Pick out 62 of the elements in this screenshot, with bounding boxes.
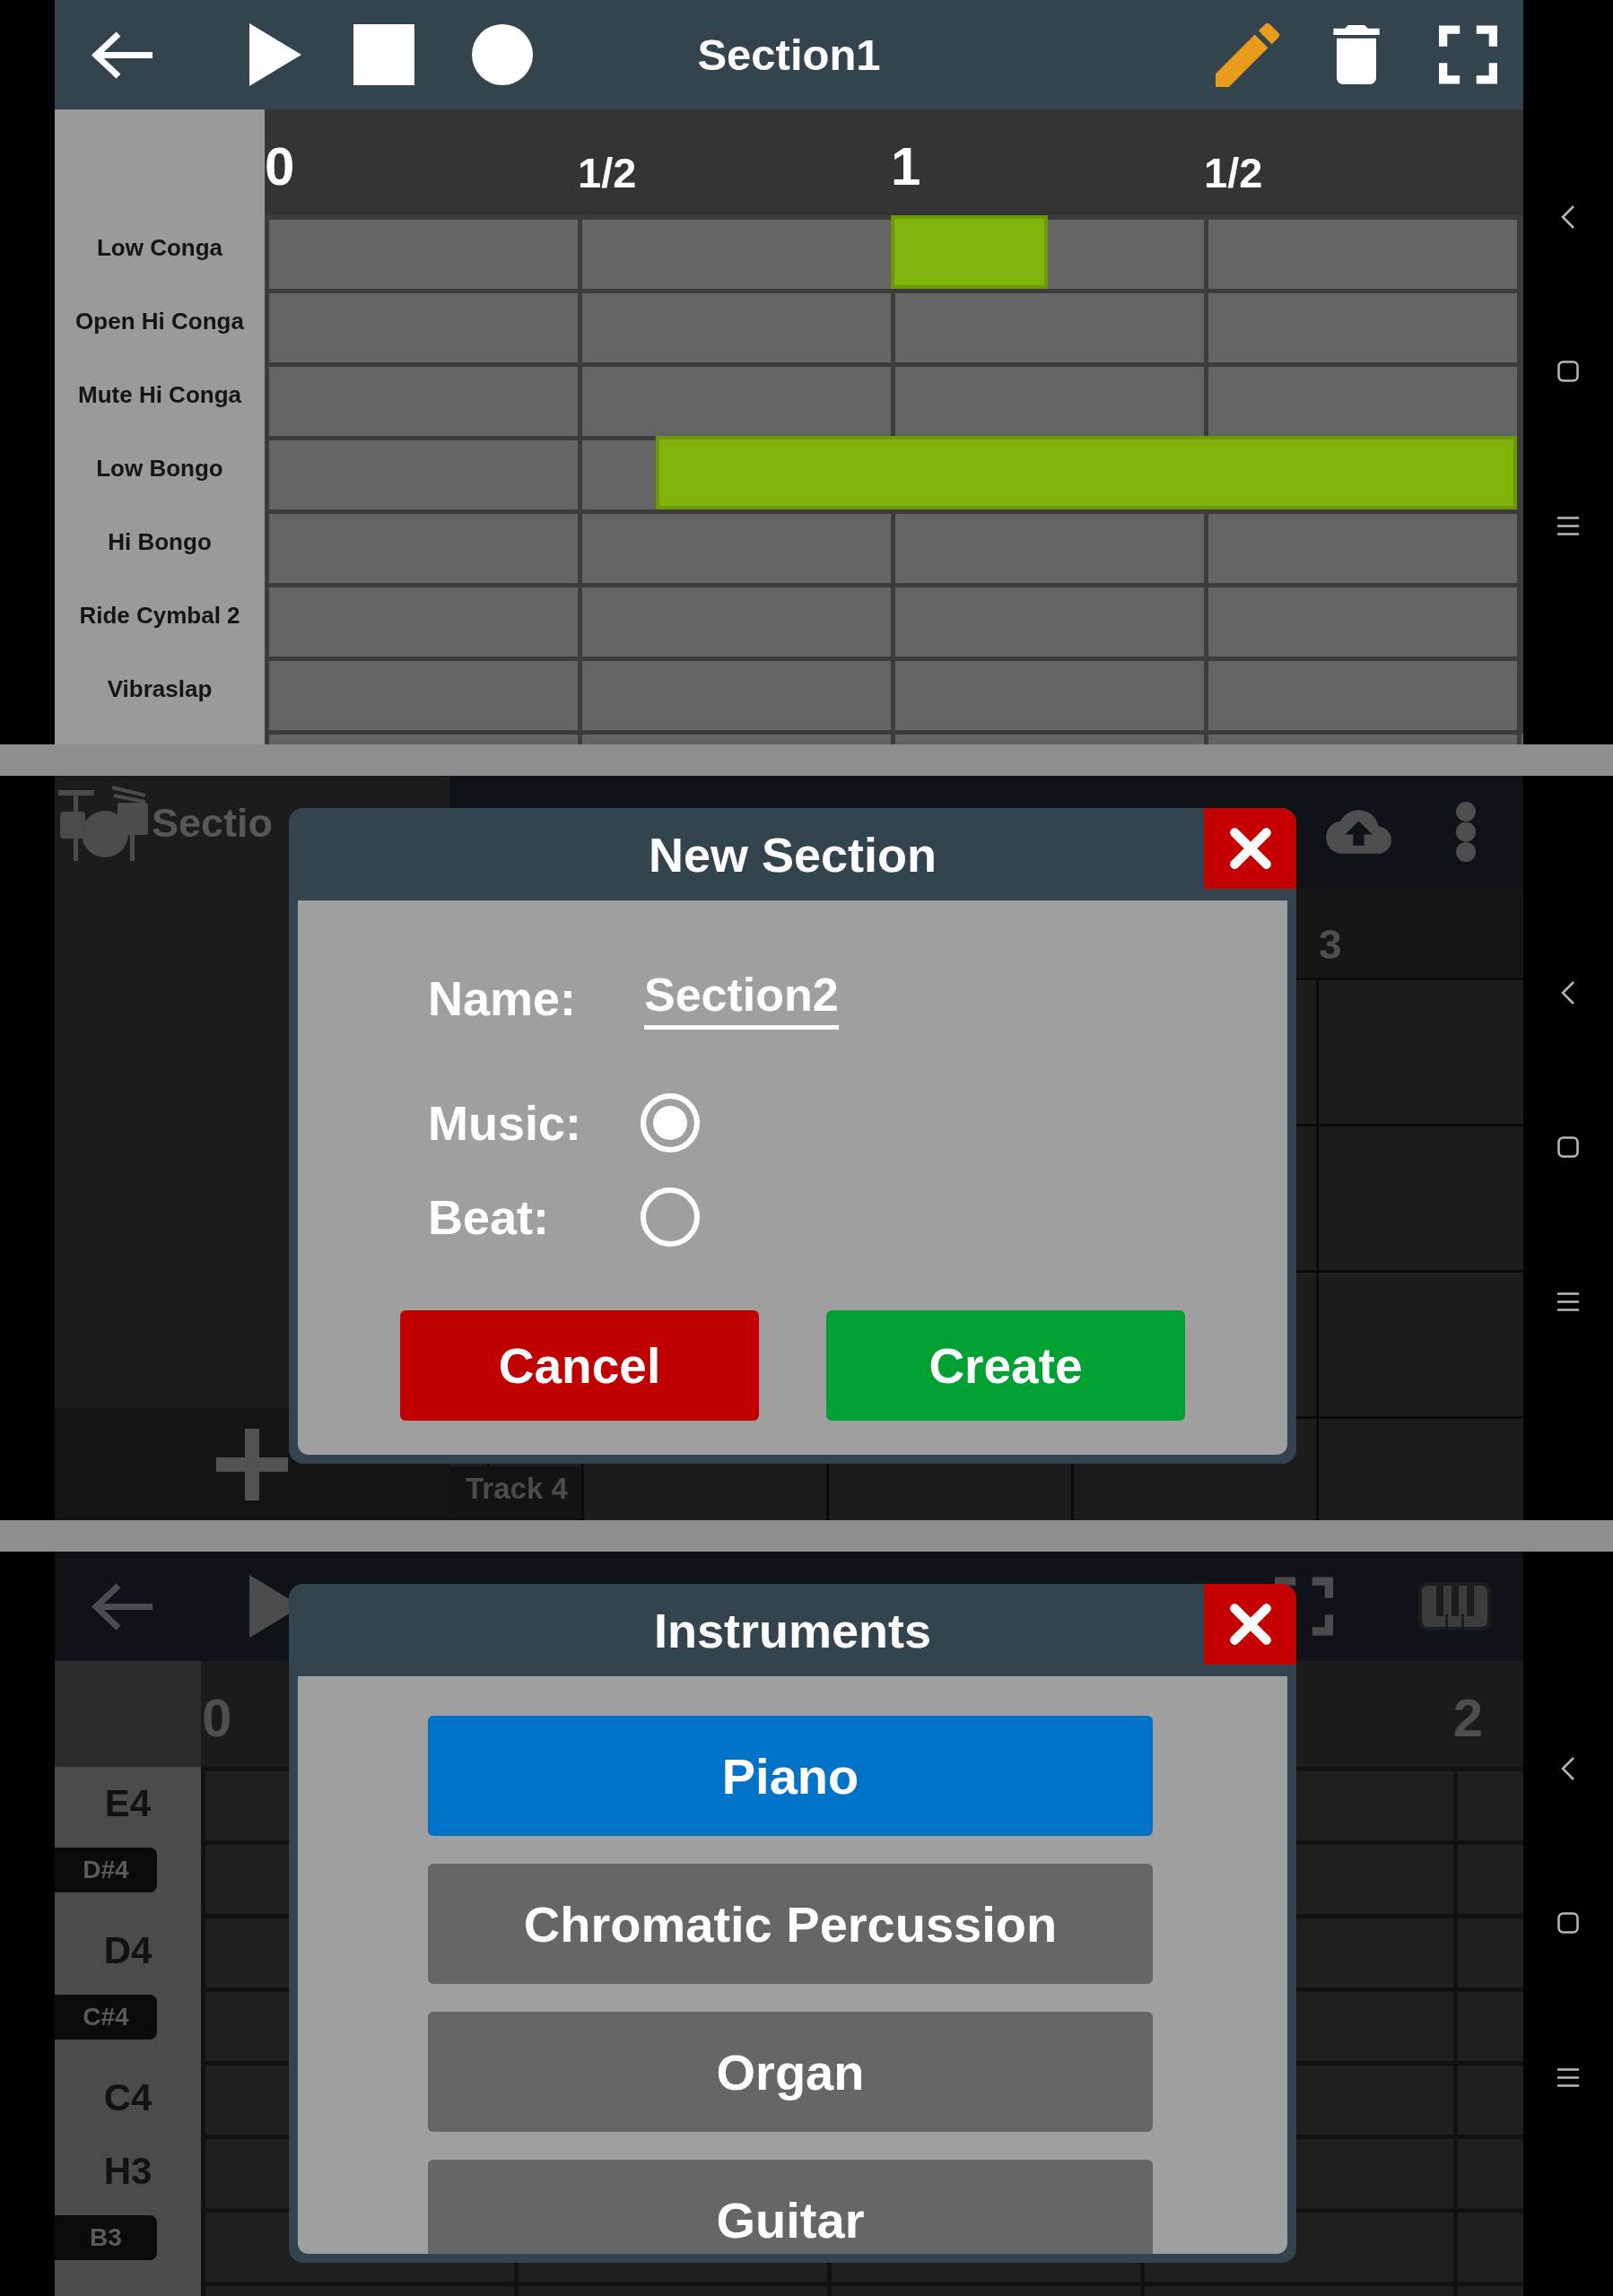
key-label: D4 [103,1929,153,1972]
note-grid[interactable] [265,215,1523,744]
piano-keys-icon[interactable] [1418,1582,1491,1631]
step-cell[interactable] [1438,436,1517,509]
confirm-button[interactable]: Create [826,1310,1185,1421]
key-label: C4 [103,2076,153,2119]
option-label: Music: [428,1095,583,1151]
home-icon[interactable] [1557,1136,1579,1158]
instrument-label: Low Conga [96,233,223,262]
cloud-upload-icon[interactable] [1326,809,1391,854]
ruler-label: 3 [1319,924,1342,965]
home-icon[interactable] [1557,361,1579,382]
name-field[interactable]: Section2 [644,967,839,1030]
instrument-label: Open Hi Conga [75,307,244,335]
ruler-label: 1/2 [1204,152,1263,194]
cancel-button[interactable]: Cancel [400,1310,759,1421]
stop-icon[interactable] [353,24,414,85]
key-label: H3 [103,2150,153,2193]
instrument-item[interactable]: Chromatic Percussion [428,1864,1153,1984]
menu-icon[interactable] [1557,516,1579,535]
ruler-label: 1/2 [578,152,637,194]
instrument-label: Hi Bongo [108,527,212,556]
sharp-key[interactable]: C#4 [55,1995,157,2039]
close-button[interactable] [1204,1584,1296,1665]
instrument-label: Mute Hi Conga [78,380,241,409]
key-label: E4 [104,1782,152,1825]
menu-icon[interactable] [1557,1292,1579,1311]
plus-icon[interactable] [216,1428,288,1500]
step-cell[interactable] [891,215,970,289]
section-name: Sectio [152,799,274,847]
step-cell[interactable] [656,436,735,509]
toolbar-title: Section1 [697,30,881,80]
instrument-item[interactable]: Guitar [428,2160,1153,2254]
close-button[interactable] [1204,808,1296,889]
play-icon[interactable] [249,23,301,86]
menu-icon[interactable] [1557,2067,1579,2087]
pencil-icon[interactable] [1216,22,1279,87]
back-icon[interactable] [1561,1756,1575,1781]
dialog-title: Instruments [653,1602,932,1658]
back-icon[interactable] [1561,204,1575,230]
sharp-key[interactable]: D#4 [55,1848,157,1892]
back-icon[interactable] [1561,980,1575,1005]
instrument-item[interactable]: Piano [428,1716,1153,1836]
more-icon[interactable] [1456,801,1476,862]
option-label: Beat: [428,1189,551,1245]
trash-icon[interactable] [1333,25,1380,84]
instrument-label: Vibraslap [107,674,213,703]
instrument-item[interactable]: Organ [428,2012,1153,2132]
record-icon[interactable] [472,24,533,85]
instrument-label: Ride Cymbal 2 [79,601,240,630]
dialog-title: New Section [648,826,937,883]
track-header[interactable]: Track 4 [449,1466,581,1520]
instrument-label: Low Bongo [96,454,223,483]
home-icon[interactable] [1557,1912,1579,1934]
drum-kit-icon [58,785,148,861]
sharp-key[interactable]: B3 [55,2215,157,2260]
ruler-label: 0 [265,140,295,194]
fullscreen-icon[interactable] [1439,25,1497,84]
ruler-label: 1 [891,140,921,194]
step-cell[interactable] [969,215,1048,289]
radio-button[interactable] [641,1187,700,1247]
field-label: Name: [428,970,578,1026]
